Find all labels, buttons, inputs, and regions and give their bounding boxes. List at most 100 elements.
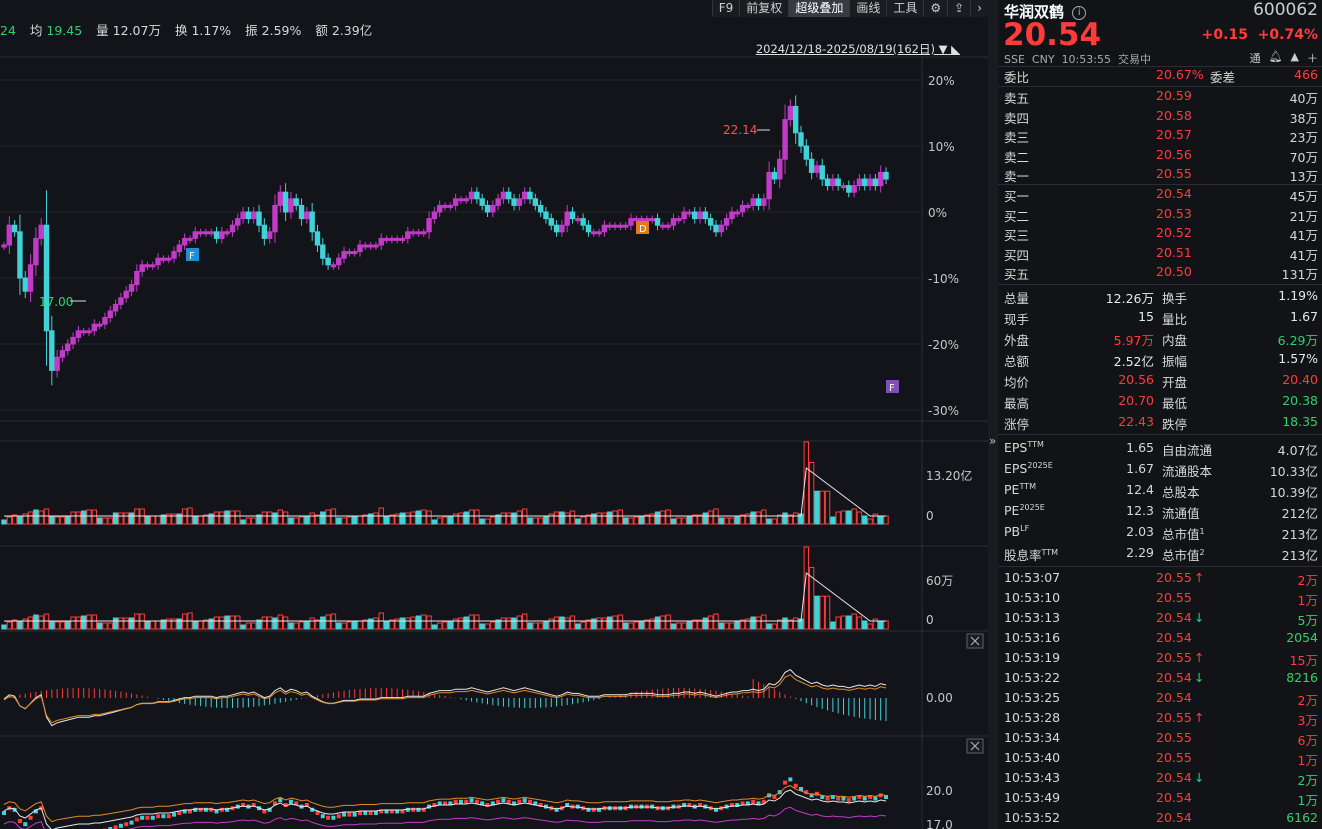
candle-body [851, 185, 857, 193]
candle-body [176, 244, 183, 253]
candle-body [607, 224, 613, 228]
plus-icon[interactable]: ＋ [1307, 50, 1318, 66]
volume-bar [824, 490, 831, 525]
volume-bar [490, 516, 496, 525]
volume2-bar [320, 616, 326, 630]
candle-body [410, 231, 416, 235]
volume-bar [431, 519, 438, 525]
volume2-bar [309, 617, 315, 630]
ma-candle [156, 814, 161, 819]
volume-bar [150, 515, 156, 525]
volume2-bar [638, 620, 645, 630]
candle-body [511, 198, 517, 206]
volume2-bar [718, 622, 724, 630]
volume-bar [479, 518, 485, 525]
marker-f1[interactable]: F [186, 248, 199, 262]
lock-icon[interactable]: ▲ [1291, 50, 1299, 66]
volume-bar [80, 510, 87, 525]
sub-axes: 13.20亿 0 60万 0 0.00 20.0 17.0 [926, 468, 972, 829]
volume-bar [766, 518, 772, 525]
volume2-bar [458, 617, 464, 630]
candle-body [442, 204, 448, 208]
volume2-bar [421, 614, 427, 630]
candle-body [532, 198, 539, 206]
volume-bar [670, 518, 677, 525]
volume-bar [686, 516, 693, 525]
candle-body [123, 290, 129, 299]
volume-bar [633, 516, 639, 525]
ma-candle [464, 799, 469, 804]
volume2-bar [877, 620, 884, 630]
volume-bar [617, 509, 624, 525]
macd-close-icon[interactable] [966, 633, 984, 649]
kline-chart-area[interactable]: 24 均 19.45 量 12.07万 换 1.17% 振 2.59% 额 2.… [0, 0, 988, 829]
candle-body [160, 257, 167, 261]
volume2-bar [601, 617, 608, 630]
candle-body [468, 191, 475, 200]
volume-bar [144, 516, 151, 525]
volume2-bar [336, 622, 342, 630]
volume2-bar [219, 616, 225, 630]
candle-body [660, 224, 666, 228]
candle-body [591, 231, 597, 235]
bell-icon[interactable]: 🔔︎ [1269, 50, 1283, 66]
volume-bar [867, 518, 873, 525]
volume-bar [792, 512, 799, 525]
marker-d[interactable]: D [636, 221, 649, 235]
volume-bar [261, 511, 268, 525]
candle-body [490, 204, 496, 213]
tick-row: 10:53:43 20.54 ↓ 2万 [1004, 770, 1318, 788]
candle-body [213, 231, 220, 239]
ma-close-icon[interactable] [966, 738, 984, 754]
volume2-bar [490, 621, 496, 630]
candle-body [718, 224, 724, 233]
candle-body [548, 218, 554, 226]
ma-candle [411, 807, 416, 812]
volume2-bar [676, 622, 682, 630]
candle-body [872, 178, 879, 187]
ma-candle [166, 814, 171, 819]
candle-body [862, 178, 868, 187]
tong-badge[interactable]: 通 [1250, 50, 1261, 66]
candle-body [426, 218, 432, 233]
volume-bar [516, 510, 523, 525]
volume-bar [601, 512, 608, 525]
panel-divider[interactable]: » [988, 0, 998, 829]
volume-bar [155, 515, 161, 525]
candle-body [399, 237, 406, 241]
candle-body [569, 211, 576, 220]
candlesticks [1, 95, 889, 386]
volume-bar [128, 512, 135, 525]
volume-bar [341, 517, 347, 525]
candle-body [739, 204, 746, 213]
chart-canvas[interactable]: 20% 10% 0% -10% -20% -30% 13.20亿 0 60万 0… [0, 0, 988, 829]
ma-candle [2, 811, 6, 815]
ma-candle [336, 814, 341, 819]
ma-line-white [3, 789, 887, 829]
vol2-axis-top: 60万 [926, 574, 953, 588]
svg-text:22.14: 22.14 [723, 123, 757, 137]
expand-icon[interactable]: » [989, 434, 996, 448]
marker-f2[interactable]: F [886, 380, 899, 394]
candle-body [325, 257, 331, 266]
macd-axis-zero: 0.00 [926, 691, 953, 705]
candle-body [17, 231, 23, 279]
volume2-bar [867, 623, 873, 630]
high-annotation: 22.14 [723, 123, 770, 137]
volume-bar [856, 511, 863, 525]
volume-bar [638, 515, 645, 525]
volume2-bar [442, 621, 448, 630]
candle-body [580, 218, 586, 226]
volume-bar [410, 511, 416, 525]
fund-row: PBLF 2.03 总市值1 213亿 [1004, 524, 1318, 542]
candle-body [91, 323, 98, 332]
volume2-bar [426, 615, 432, 630]
candle-body [750, 198, 756, 206]
volume2-bar [293, 622, 299, 630]
volume2-bar [304, 621, 310, 630]
axis-label-n20: -20% [928, 338, 959, 352]
volume-bar [718, 517, 724, 525]
volume-bar [676, 517, 682, 525]
candle-body [229, 224, 236, 233]
vol-axis-top: 13.20亿 [926, 468, 972, 483]
